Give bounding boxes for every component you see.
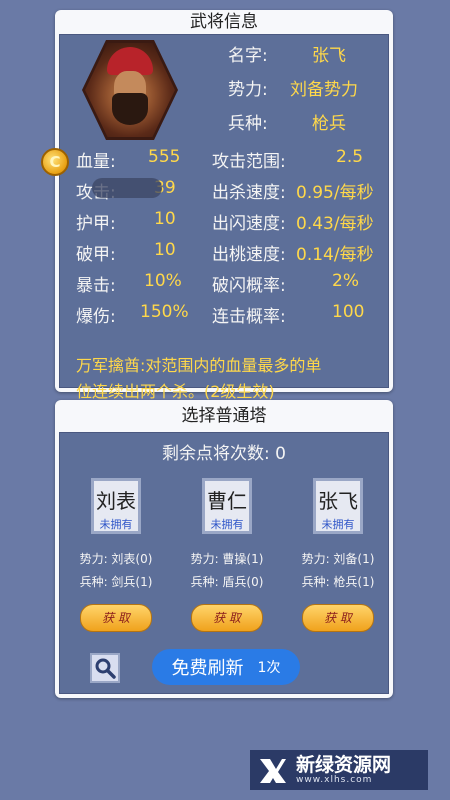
- tower-panel-body: 剩余点将次数: 0 刘表 未拥有 势力: 刘表(0) 兵种: 剑兵(1) 获 取…: [59, 432, 389, 694]
- hero-card-2-unit: 兵种: 盾兵(0): [190, 575, 264, 589]
- tower-panel-title: 选择普通塔: [181, 406, 267, 426]
- stat-value-armor: 10: [154, 209, 176, 229]
- floating-overlay-bar[interactable]: [92, 178, 162, 198]
- hero-card-2-name: 曹仁: [207, 489, 247, 513]
- info-value-faction: 刘备势力: [290, 80, 358, 100]
- site-watermark: 新绿资源网 www.xlhs.com: [250, 750, 428, 790]
- get-button-2[interactable]: 获 取: [191, 604, 263, 632]
- hero-card-3-status: 未拥有: [321, 518, 355, 531]
- watermark-url: www.xlhs.com: [296, 775, 373, 785]
- info-value-name: 张飞: [312, 46, 346, 66]
- free-refresh-count: 1次: [257, 660, 281, 676]
- remaining-points-label: 剩余点将次数:: [162, 444, 270, 464]
- stat-label-armor: 护甲:: [76, 214, 116, 234]
- search-icon: [95, 658, 116, 679]
- hero-card-3-box[interactable]: 张飞 未拥有: [313, 478, 363, 534]
- tower-select-panel: 选择普通塔 剩余点将次数: 0 刘表 未拥有 势力: 刘表(0) 兵种: 剑兵(…: [55, 400, 393, 698]
- stat-label-dodge-break: 破闪概率:: [212, 276, 286, 296]
- stat-value-armor-pierce: 10: [154, 240, 176, 260]
- hero-card-3: 张飞 未拥有 势力: 刘备(1) 兵种: 枪兵(1) 获 取: [286, 478, 390, 632]
- hero-card-2-status: 未拥有: [210, 518, 244, 531]
- hero-card-2: 曹仁 未拥有 势力: 曹操(1) 兵种: 盾兵(0) 获 取: [175, 478, 279, 632]
- info-value-unit: 枪兵: [312, 114, 346, 134]
- hero-info-panel: 武将信息 名字: 张飞 势力: 刘备势力 兵种: 枪兵 血量: 555 攻击: …: [41, 10, 393, 401]
- stat-label-kill-speed: 出杀速度:: [212, 183, 286, 203]
- stat-value-dodge-speed: 0.43/每秒: [296, 214, 374, 234]
- free-refresh-button[interactable]: 免费刷新 1次: [152, 649, 300, 685]
- hero-card-3-name: 张飞: [318, 489, 358, 513]
- stat-value-hp: 555: [148, 147, 181, 167]
- stat-value-attack-range: 2.5: [336, 147, 364, 167]
- hero-card-2-faction: 势力: 曹操(1): [190, 552, 264, 566]
- hero-card-1-status: 未拥有: [99, 518, 133, 531]
- stat-label-dodge-speed: 出闪速度:: [212, 214, 286, 234]
- info-label-name: 名字:: [228, 46, 268, 66]
- hero-card-1-faction: 势力: 刘表(0): [79, 552, 153, 566]
- get-button-3[interactable]: 获 取: [302, 604, 374, 632]
- hero-card-3-faction: 势力: 刘备(1): [301, 552, 375, 566]
- stat-value-peach-speed: 0.14/每秒: [296, 245, 374, 265]
- watermark-text: 新绿资源网: [296, 754, 392, 776]
- stat-value-crit: 10%: [144, 271, 182, 291]
- stat-value-kill-speed: 0.95/每秒: [296, 183, 374, 203]
- stat-value-dodge-break: 2%: [332, 271, 359, 291]
- get-button-1[interactable]: 获 取: [80, 604, 152, 632]
- hero-card-1-unit: 兵种: 剑兵(1): [79, 575, 153, 589]
- stat-label-hp: 血量:: [76, 152, 116, 172]
- hero-panel-body: 名字: 张飞 势力: 刘备势力 兵种: 枪兵 血量: 555 攻击: 39 护甲…: [59, 34, 389, 401]
- info-label-unit: 兵种:: [228, 114, 268, 134]
- hero-card-1-name: 刘表: [96, 489, 136, 513]
- stat-label-crit-damage: 爆伤:: [76, 307, 116, 327]
- hero-card-1: 刘表 未拥有 势力: 刘表(0) 兵种: 剑兵(1) 获 取: [64, 478, 168, 632]
- hero-panel-title: 武将信息: [190, 12, 258, 32]
- stat-label-combo: 连击概率:: [212, 307, 286, 327]
- hero-card-3-unit: 兵种: 枪兵(1): [301, 575, 375, 589]
- hero-card-1-box[interactable]: 刘表 未拥有: [91, 478, 141, 534]
- stat-label-crit: 暴击:: [76, 276, 116, 296]
- stat-label-attack-range: 攻击范围:: [212, 152, 286, 172]
- remaining-points: 剩余点将次数: 0: [60, 439, 388, 464]
- hero-portrait: [82, 40, 178, 140]
- coin-icon[interactable]: C: [41, 148, 69, 176]
- stat-value-combo: 100: [332, 302, 365, 322]
- skill-description: 万军擒酋:对范围内的血量最多的单 位连续出两个杀。(2级生效): [76, 353, 376, 405]
- stat-label-armor-pierce: 破甲:: [76, 245, 116, 265]
- hero-card-2-box[interactable]: 曹仁 未拥有: [202, 478, 252, 534]
- search-button[interactable]: [90, 653, 120, 683]
- remaining-points-value: 0: [275, 444, 286, 464]
- stat-label-peach-speed: 出桃速度:: [212, 245, 286, 265]
- skill-line-1: 万军擒酋:对范围内的血量最多的单: [76, 356, 322, 375]
- info-label-faction: 势力:: [228, 80, 268, 100]
- site-logo-icon: [260, 759, 286, 783]
- stat-value-crit-damage: 150%: [140, 302, 189, 322]
- free-refresh-label: 免费刷新: [171, 658, 244, 679]
